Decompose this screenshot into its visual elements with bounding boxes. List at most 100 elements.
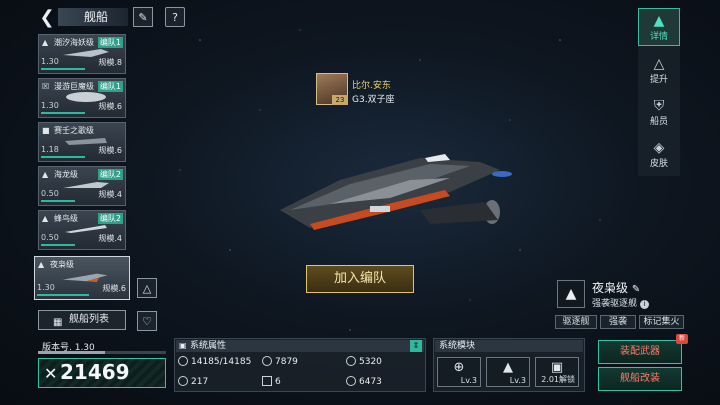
ship-health-bar	[41, 244, 75, 246]
attributes-title: ▣ 系统属性	[176, 340, 424, 352]
help-icon: ?	[172, 10, 178, 24]
target-icon: ⊕	[453, 360, 465, 375]
nav-tab-detail[interactable]: ▲ 详情	[638, 8, 680, 46]
module-level: Lv.3	[509, 376, 526, 385]
energy-icon	[346, 376, 356, 386]
module-slot-2[interactable]: ▲ Lv.3	[486, 357, 530, 387]
attack-icon	[262, 356, 272, 366]
attr-speed: 217	[178, 376, 208, 387]
skin-icon: ◈	[653, 140, 665, 156]
attr-energy: 6473	[346, 376, 382, 387]
detail-icon: ▲	[653, 13, 665, 29]
join-fleet-button[interactable]: 加入编队	[306, 265, 414, 293]
ship-list-label: 舰船列表	[69, 314, 109, 325]
rename-button[interactable]: ✎	[133, 7, 153, 27]
edit-icon: ✎	[631, 284, 641, 295]
attr-defense: 5320	[346, 356, 382, 367]
engine-icon: ▲	[503, 360, 513, 375]
version-progress-bar	[38, 351, 166, 354]
ship-tag: 驱逐舰	[555, 315, 597, 329]
module-slot-1[interactable]: ⊕ Lv.3	[437, 357, 481, 387]
compare-button[interactable]: ♡	[137, 311, 157, 331]
expand-icon: ▣	[179, 341, 187, 350]
ship-card-3[interactable]: ■ 赛壬之歌级 1.18 规模.6	[38, 122, 126, 162]
nav-label: 提升	[649, 75, 668, 85]
ship-health-bar	[41, 200, 75, 202]
nav-label: 皮肤	[649, 159, 668, 169]
ship-scale: 规模.4	[98, 190, 122, 199]
ship-modify-button[interactable]: 舰船改装	[598, 367, 682, 391]
attr-hull: 14185/14185	[178, 356, 251, 367]
ship-class-icon: ▲	[42, 170, 49, 179]
ship-level: 1.30	[41, 101, 59, 110]
ship-list-button[interactable]: ▦ 舰船列表	[38, 310, 126, 330]
ship-card-4[interactable]: ▲ 海龙级 编队2 0.50 规模.4	[38, 166, 126, 206]
ship-level: 1.30	[37, 283, 55, 292]
ship-tag: 强袭	[600, 315, 636, 329]
ship-name: 夜枭级	[50, 260, 74, 269]
fleet-icon: △	[142, 281, 152, 295]
ship-card-5[interactable]: ▲ 蜂鸟级 编队2 0.50 规模.4	[38, 210, 126, 250]
right-nav: ▲ 详情 △ 提升 ⛨ 船员 ◈ 皮肤	[638, 8, 680, 176]
ship-health-bar	[41, 68, 85, 70]
ship-class-icon: ■	[42, 126, 50, 135]
ship-card-1[interactable]: ▲ 潮汐海妖级 编队1 1.30 规模.8	[38, 34, 126, 74]
attr-attack: 7879	[262, 356, 298, 367]
ship-thumbnail	[62, 273, 108, 283]
ship-scale: 规模.6	[98, 146, 122, 155]
grid-icon: ▦	[53, 317, 63, 328]
attr-grid: 6	[262, 376, 281, 387]
ship-health-bar	[41, 156, 85, 158]
back-button[interactable]: ❮	[36, 6, 58, 28]
nav-label: 详情	[649, 32, 668, 42]
ship-scale: 规模.6	[98, 102, 122, 111]
ship-health-bar	[41, 112, 85, 114]
ship-class-icon: ▲	[42, 38, 49, 47]
page-title: 舰船	[58, 8, 128, 26]
fleet-assign-button[interactable]: △	[137, 278, 157, 298]
pen-icon: ✎	[138, 10, 148, 24]
new-badge: 新	[676, 334, 688, 344]
info-icon: i	[639, 300, 649, 309]
nav-tab-crew[interactable]: ⛨ 船员	[638, 94, 680, 132]
ship-card-6-selected[interactable]: ▲ 夜枭级 1.30 规模.6	[34, 256, 130, 300]
crew-icon: ⛨	[653, 98, 665, 114]
equip-weapon-button[interactable]: 装配武器	[598, 340, 682, 364]
nav-tab-upgrade[interactable]: △ 提升	[638, 52, 680, 90]
selected-ship-name: 夜枭级 ✎	[592, 281, 641, 295]
grid-icon	[262, 376, 272, 386]
ship-card-2[interactable]: ☒ 漫游巨魔级 编队1 1.30 规模.6	[38, 78, 126, 118]
version-progress-fill	[38, 351, 105, 354]
lock-icon: ▣	[550, 360, 564, 375]
chevron-left-icon: ❮	[39, 6, 55, 28]
ship-level: 0.50	[41, 233, 59, 242]
ship-scale: 规模.6	[102, 284, 126, 293]
ship-model[interactable]	[270, 140, 520, 250]
hull-icon	[178, 356, 188, 366]
nav-tab-skin[interactable]: ◈ 皮肤	[638, 136, 680, 174]
module-slot-3-locked[interactable]: ▣ 2.01解锁	[535, 357, 579, 387]
ship-scale: 规模.8	[98, 58, 122, 67]
pilot-level: 23	[332, 95, 348, 105]
help-button[interactable]: ?	[165, 7, 185, 27]
pilot-rank: G3.双子座	[352, 95, 395, 105]
ship-health-bar	[37, 294, 89, 296]
pilot-name: 比尔.安东	[352, 81, 391, 91]
crossed-swords-icon: ✕	[44, 364, 58, 383]
ship-level: 1.18	[41, 145, 59, 154]
ship-level: 0.50	[41, 189, 59, 198]
compare-icon: ♡	[142, 314, 152, 328]
speed-icon	[178, 376, 188, 386]
ship-class-icon: ▲	[42, 214, 49, 223]
defense-icon	[346, 356, 356, 366]
module-unlock-text: 2.01解锁	[541, 375, 575, 384]
ship-scale: 规模.4	[98, 234, 122, 243]
power-value: 21469	[60, 360, 130, 384]
ship-tag: 标记集火	[639, 315, 684, 329]
selected-ship-type: 强袭驱逐舰 i	[592, 296, 649, 309]
ship-class-icon: ☒	[42, 82, 50, 91]
upgrade-icon: △	[653, 56, 665, 72]
attributes-toggle-button[interactable]: ⇕	[410, 340, 422, 352]
ship-emblem-icon: ▲	[557, 280, 585, 308]
modules-title: 系统模块	[435, 340, 583, 352]
